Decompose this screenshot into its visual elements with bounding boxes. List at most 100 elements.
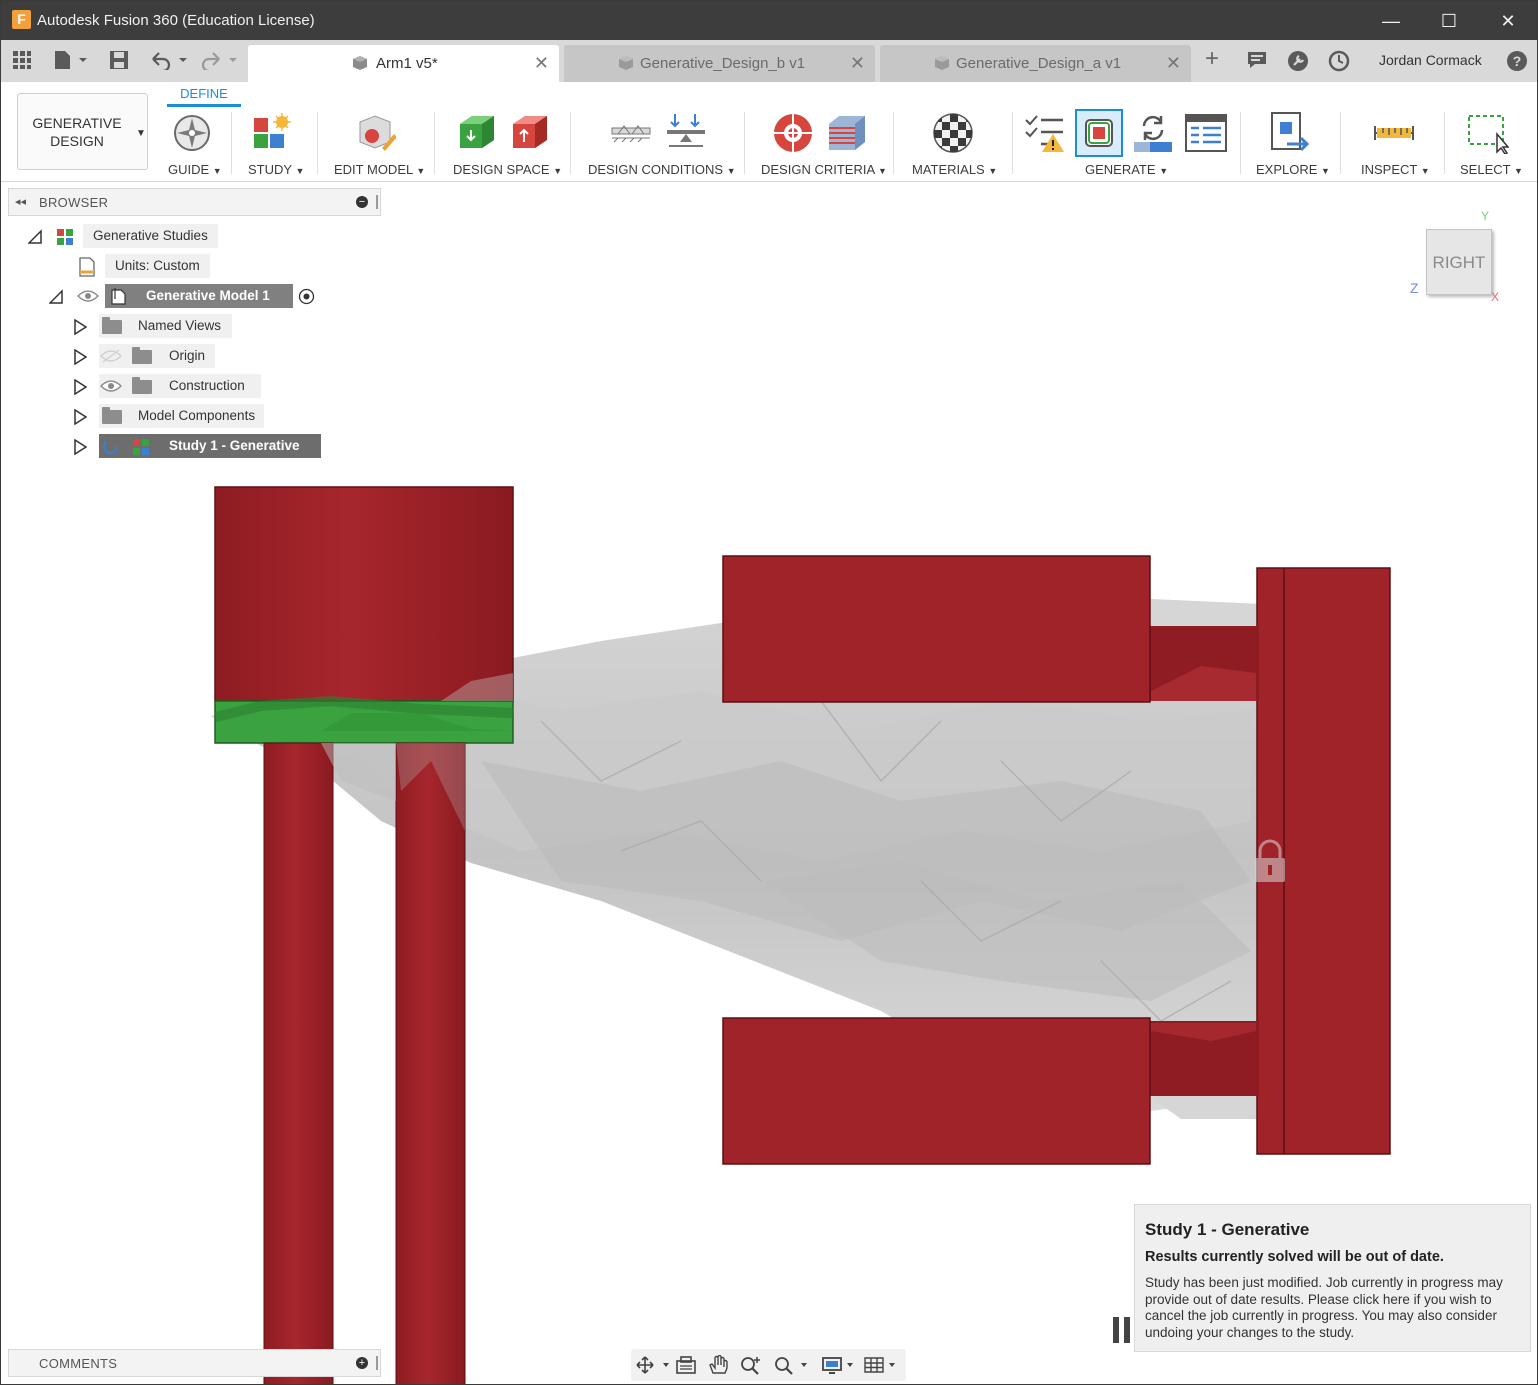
- visibility-eye-icon[interactable]: [100, 379, 122, 393]
- generate-menu[interactable]: GENERATE ▼: [1085, 162, 1168, 177]
- comments-icon[interactable]: [1247, 50, 1267, 70]
- units-document-icon: [79, 257, 95, 277]
- collapse-browser-icon[interactable]: ◂◂: [15, 195, 26, 208]
- expanded-triangle-icon[interactable]: [28, 229, 42, 245]
- display-settings-icon[interactable]: [821, 1355, 857, 1375]
- edit-model-icon[interactable]: [354, 112, 396, 154]
- generate-sync-icon[interactable]: [1132, 112, 1174, 154]
- design-criteria-menu[interactable]: DESIGN CRITERIA ▼: [761, 162, 887, 177]
- activate-radio-icon[interactable]: [298, 288, 315, 305]
- notification-body[interactable]: Study has been just modified. Job curren…: [1145, 1275, 1520, 1341]
- structural-load-icon[interactable]: [665, 112, 707, 154]
- collapsed-triangle-icon[interactable]: [73, 439, 87, 455]
- study-materials-icon[interactable]: [932, 112, 974, 154]
- redo-icon[interactable]: [199, 50, 239, 70]
- inspect-menu[interactable]: INSPECT ▼: [1361, 162, 1430, 177]
- title-bar: F Autodesk Fusion 360 (Education License…: [1, 1, 1537, 40]
- obstacle-body-top-cylinder[interactable]: [214, 486, 514, 702]
- hidden-eye-icon[interactable]: [100, 349, 122, 363]
- minimize-browser-icon[interactable]: −: [356, 196, 368, 208]
- close-tab-icon[interactable]: ✕: [850, 53, 865, 74]
- help-icon[interactable]: ?: [1506, 50, 1528, 72]
- toolbar-divider: [1444, 112, 1445, 174]
- obstacle-rod-right[interactable]: [395, 742, 466, 1385]
- toolbar-divider: [1340, 112, 1341, 174]
- undo-icon[interactable]: [149, 50, 189, 70]
- guide-compass-icon[interactable]: [171, 112, 213, 154]
- toolbar-divider: [1240, 112, 1241, 174]
- view-cube[interactable]: Y RIGHT Z X: [1405, 209, 1505, 309]
- tree-node-named-views[interactable]: Named Views: [71, 314, 271, 340]
- maximize-button[interactable]: ☐: [1429, 7, 1469, 35]
- preview-generate-button[interactable]: [1075, 109, 1123, 157]
- design-conditions-menu[interactable]: DESIGN CONDITIONS ▼: [588, 162, 736, 177]
- tree-label: Origin: [169, 348, 206, 363]
- panel-grip-icon[interactable]: [376, 1356, 378, 1370]
- close-window-button[interactable]: ✕: [1488, 7, 1528, 35]
- tab-generative-design-b[interactable]: Generative_Design_b v1 ✕: [564, 45, 875, 82]
- view-cube-face-right[interactable]: RIGHT: [1426, 229, 1492, 295]
- select-menu[interactable]: SELECT ▼: [1460, 162, 1523, 177]
- edit-model-menu[interactable]: EDIT MODEL ▼: [334, 162, 425, 177]
- objectives-target-icon[interactable]: [772, 112, 814, 154]
- minimize-button[interactable]: —: [1371, 7, 1411, 35]
- tree-node-construction[interactable]: Construction: [71, 374, 271, 400]
- collapsed-triangle-icon[interactable]: [73, 349, 87, 365]
- obstacle-rod-left[interactable]: [263, 742, 334, 1385]
- close-tab-icon[interactable]: ✕: [534, 53, 549, 74]
- grid-settings-icon[interactable]: [863, 1355, 899, 1375]
- collapsed-triangle-icon[interactable]: [73, 319, 87, 335]
- user-name[interactable]: Jordan Cormack: [1379, 52, 1482, 68]
- tree-node-generative-model[interactable]: Generative Model 1: [47, 284, 327, 310]
- tab-arm1[interactable]: Arm1 v5* ✕: [248, 45, 559, 82]
- browser-panel-header[interactable]: ◂◂ BROWSER −: [8, 188, 381, 216]
- grid-icon[interactable]: [12, 50, 32, 70]
- look-at-icon[interactable]: [675, 1355, 697, 1375]
- job-status-icon[interactable]: [1328, 50, 1350, 72]
- structural-constraint-icon[interactable]: [610, 112, 652, 154]
- obstacle-geometry-icon[interactable]: [509, 112, 551, 154]
- tree-node-generative-studies[interactable]: Generative Studies: [26, 224, 226, 250]
- pan-hand-icon[interactable]: [707, 1355, 729, 1375]
- manufacturing-icon[interactable]: [825, 112, 867, 154]
- close-tab-icon[interactable]: ✕: [1166, 53, 1181, 74]
- tree-node-origin[interactable]: Origin: [71, 344, 271, 370]
- tab-define[interactable]: DEFINE: [167, 86, 241, 101]
- obstacle-block-top[interactable]: [722, 555, 1151, 703]
- visibility-eye-icon[interactable]: [77, 289, 99, 303]
- new-tab-button[interactable]: +: [1205, 47, 1219, 71]
- obstacle-block-bottom[interactable]: [722, 1017, 1151, 1165]
- guide-menu[interactable]: GUIDE ▼: [168, 162, 222, 177]
- tree-node-study-1[interactable]: Study 1 - Generative: [71, 434, 331, 460]
- study-list-icon[interactable]: [1185, 112, 1227, 154]
- precheck-warning-icon[interactable]: [1023, 112, 1065, 154]
- materials-menu[interactable]: MATERIALS ▼: [912, 162, 997, 177]
- design-space-menu[interactable]: DESIGN SPACE ▼: [453, 162, 562, 177]
- save-icon[interactable]: [109, 50, 129, 70]
- panel-grip-icon[interactable]: [376, 195, 378, 209]
- fit-zoom-icon[interactable]: [773, 1355, 811, 1375]
- explore-menu[interactable]: EXPLORE ▼: [1256, 162, 1330, 177]
- study-menu[interactable]: STUDY ▼: [248, 162, 304, 177]
- measure-icon[interactable]: [1373, 112, 1415, 154]
- tree-node-units[interactable]: Units: Custom: [76, 254, 246, 280]
- expanded-triangle-icon[interactable]: [49, 289, 63, 305]
- window-select-icon[interactable]: [1467, 112, 1509, 154]
- explore-results-icon[interactable]: [1269, 112, 1311, 154]
- study-modified-notification[interactable]: Study 1 - Generative Results currently s…: [1134, 1204, 1531, 1352]
- workspace-switcher-button[interactable]: GENERATIVE DESIGN ▼: [17, 93, 148, 170]
- comments-panel-header[interactable]: COMMENTS +: [8, 1349, 381, 1377]
- new-study-icon[interactable]: [251, 112, 293, 154]
- preserve-geometry-icon[interactable]: [456, 112, 498, 154]
- collapsed-triangle-icon[interactable]: [73, 409, 87, 425]
- collapsed-triangle-icon[interactable]: [73, 379, 87, 395]
- wrench-icon[interactable]: [1287, 50, 1309, 72]
- pause-job-icon[interactable]: [1112, 1316, 1132, 1344]
- tree-node-model-components[interactable]: Model Components: [71, 404, 271, 430]
- zoom-icon[interactable]: [739, 1355, 763, 1375]
- add-comment-icon[interactable]: +: [356, 1357, 368, 1369]
- file-icon[interactable]: [53, 50, 89, 70]
- orbit-icon[interactable]: [635, 1355, 671, 1375]
- tab-generative-design-a[interactable]: Generative_Design_a v1 ✕: [880, 45, 1191, 82]
- axis-x-label: X: [1491, 290, 1500, 304]
